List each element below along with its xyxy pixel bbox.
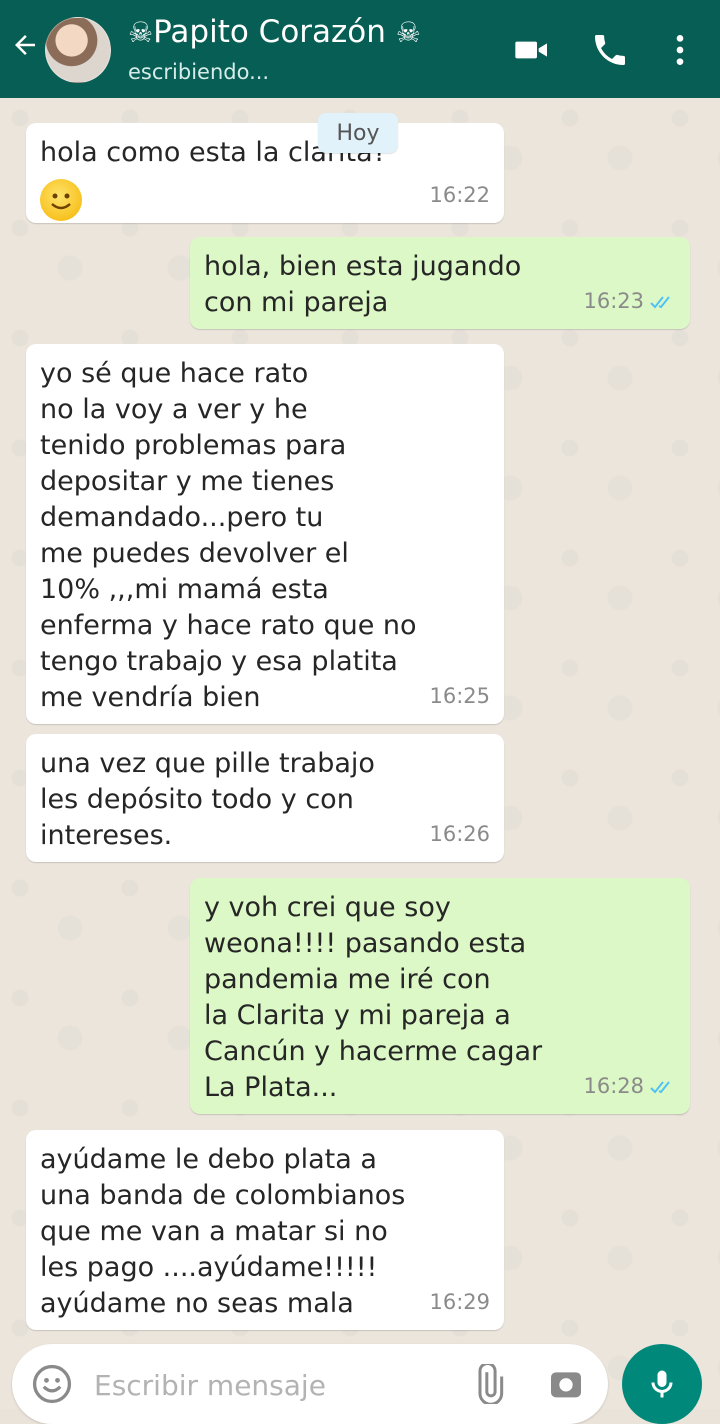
- skull-icon: ☠: [128, 16, 154, 49]
- message-bubble-incoming[interactable]: hola como esta la clarita? 16:22: [26, 123, 504, 223]
- contact-name: Papito Corazón: [153, 14, 386, 50]
- message-bubble-outgoing[interactable]: y voh crei que soy weona!!!! pasando est…: [190, 878, 690, 1114]
- phone-icon[interactable]: [590, 30, 630, 70]
- message-text: hola, bien esta jugando con mi pareja: [204, 251, 522, 318]
- attach-icon[interactable]: [468, 1364, 508, 1404]
- message-input[interactable]: [92, 1368, 426, 1403]
- message-text: una vez que pille trabajo les depósito t…: [40, 748, 375, 851]
- message-bubble-outgoing[interactable]: hola, bien esta jugando con mi pareja 16…: [190, 237, 690, 329]
- arrow-left-icon[interactable]: [10, 30, 40, 60]
- message-time: 16:23: [583, 289, 644, 313]
- message-bubble-incoming[interactable]: una vez que pille trabajo les depósito t…: [26, 734, 504, 862]
- message-time-row: 16:28: [583, 1068, 676, 1104]
- date-separator: Hoy: [318, 113, 398, 153]
- read-receipt-icon: [650, 1081, 670, 1094]
- typing-status: escribiendo...: [128, 60, 270, 84]
- message-time: 16:25: [429, 684, 490, 708]
- chat-header: ☠Papito Corazón ☠ escribiendo...: [0, 0, 720, 98]
- more-vert-icon[interactable]: [660, 30, 700, 70]
- smiling-face-emoji-icon: [40, 179, 82, 221]
- read-receipt-icon: [650, 296, 670, 309]
- message-time: 16:22: [429, 183, 490, 207]
- message-time-row: 16:23: [583, 283, 676, 319]
- contact-avatar[interactable]: [45, 17, 111, 83]
- message-text: yo sé que hace rato no la voy a ver y he…: [40, 358, 417, 713]
- message-bubble-incoming[interactable]: ayúdame le debo plata a una banda de col…: [26, 1130, 504, 1330]
- mic-icon: [651, 1370, 673, 1398]
- message-text: ayúdame le debo plata a una banda de col…: [40, 1144, 406, 1319]
- message-bubble-incoming[interactable]: yo sé que hace rato no la voy a ver y he…: [26, 344, 504, 724]
- skull-icon: ☠: [395, 16, 421, 49]
- message-time: 16:26: [429, 822, 490, 846]
- contact-name-row[interactable]: ☠Papito Corazón ☠: [128, 14, 421, 50]
- video-call-icon[interactable]: [512, 30, 552, 70]
- camera-icon[interactable]: [546, 1364, 586, 1404]
- message-time: 16:28: [583, 1074, 644, 1098]
- message-time: 16:29: [429, 1290, 490, 1314]
- message-input-bar: [12, 1344, 608, 1424]
- message-text: y voh crei que soy weona!!!! pasando est…: [204, 892, 543, 1103]
- mic-button[interactable]: [622, 1344, 702, 1424]
- emoji-icon[interactable]: [30, 1362, 74, 1406]
